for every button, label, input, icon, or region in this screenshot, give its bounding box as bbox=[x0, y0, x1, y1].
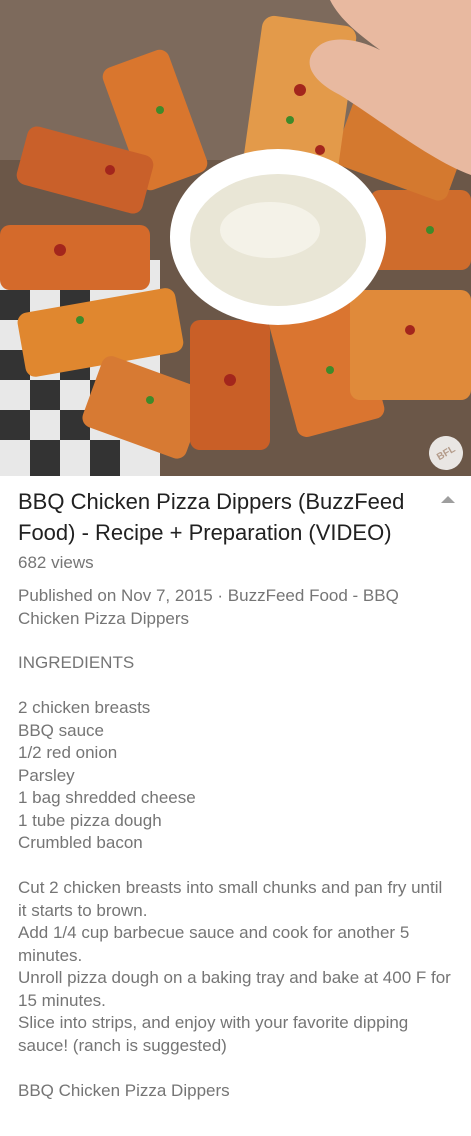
description-footer: BBQ Chicken Pizza Dippers bbox=[18, 1080, 230, 1100]
ingredient-item: 1/2 red onion bbox=[18, 743, 118, 762]
view-count: 682 views bbox=[18, 553, 94, 572]
video-info: BBQ Chicken Pizza Dippers (BuzzFeed Food… bbox=[0, 476, 471, 1102]
dipping-bowl bbox=[170, 149, 386, 325]
ingredients-heading: INGREDIENTS bbox=[18, 653, 135, 672]
ingredient-item: 2 chicken breasts bbox=[18, 698, 151, 717]
recipe-step: Add 1/4 cup barbecue sauce and cook for … bbox=[18, 923, 410, 965]
video-title: BBQ Chicken Pizza Dippers (BuzzFeed Food… bbox=[18, 489, 405, 545]
recipe-step: Cut 2 chicken breasts into small chunks … bbox=[18, 878, 443, 920]
ingredient-item: 1 tube pizza dough bbox=[18, 810, 162, 830]
collapse-arrow-icon[interactable] bbox=[441, 496, 455, 503]
recipe-step: Unroll pizza dough on a baking tray and … bbox=[18, 968, 451, 1010]
ingredient-item: 1 bag shredded cheese bbox=[18, 788, 196, 807]
ingredient-item: Crumbled bacon bbox=[18, 833, 143, 852]
ingredient-item: BBQ sauce bbox=[18, 720, 104, 740]
video-thumbnail bbox=[0, 0, 471, 476]
recipe-step: Slice into strips, and enjoy with your f… bbox=[18, 1013, 409, 1055]
video-player[interactable]: BFL bbox=[0, 0, 471, 476]
video-description: INGREDIENTS 2 chicken breasts BBQ sauce … bbox=[18, 652, 453, 1102]
published-line: Published on Nov 7, 2015 · BuzzFeed Food… bbox=[18, 586, 399, 628]
ingredient-item: Parsley bbox=[18, 765, 75, 785]
